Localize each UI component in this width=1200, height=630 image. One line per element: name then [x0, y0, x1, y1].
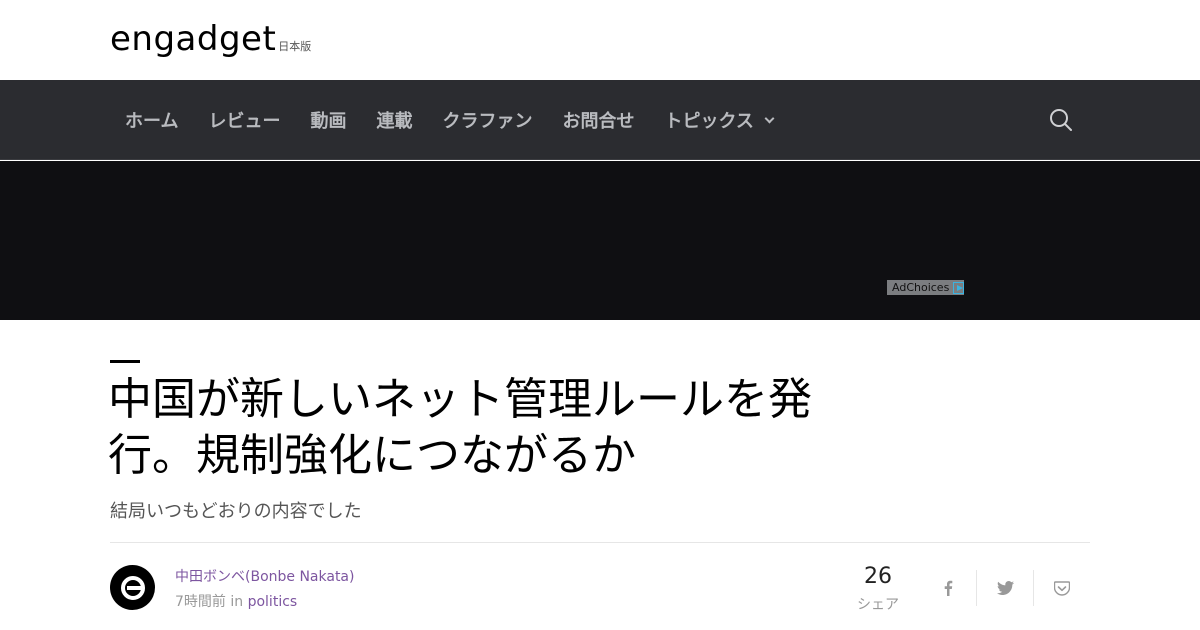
ad-banner[interactable] [0, 161, 1200, 320]
article-subtitle: 結局いつもどおりの内容でした [110, 501, 362, 522]
article-title-line2: 行。規制強化につながるか [108, 430, 636, 481]
article-title-line1: 中国が新しいネット管理ルールを発 [108, 374, 812, 425]
top-header: engadget 日本版 [0, 0, 1200, 80]
nav-label: お問合せ [562, 111, 635, 132]
nav-label: レビュー [208, 111, 281, 132]
adchoices-label: AdChoices [892, 281, 950, 294]
adchoices-icon [953, 281, 964, 294]
engadget-logo[interactable]: engadget 日本版 [110, 22, 311, 56]
nav-label: 動画 [310, 111, 347, 132]
author-name-link[interactable]: 中田ボンベ(Bonbe Nakata) [175, 566, 354, 586]
divider [110, 542, 1090, 543]
share-label: シェア [857, 597, 899, 613]
category-link[interactable]: politics [248, 594, 298, 610]
facebook-icon [944, 580, 953, 596]
nav-list: ホーム レビュー 動画 連載 クラファン お問合せ トピックス [125, 80, 803, 160]
twitter-icon [996, 581, 1014, 595]
nav-label: ホーム [125, 111, 179, 132]
nav-label: 連載 [376, 111, 413, 132]
article-meta: 7時間前 in politics [175, 591, 297, 611]
search-icon[interactable] [1048, 107, 1074, 133]
adchoices-badge[interactable]: AdChoices [887, 280, 964, 295]
nav-item-home[interactable]: ホーム [125, 107, 178, 133]
publish-time: 7時間前 [175, 594, 226, 610]
pocket-icon [1054, 580, 1070, 596]
nav-label: クラファン [442, 111, 533, 132]
nav-item-crowdfunding[interactable]: クラファン [442, 107, 532, 133]
share-count: 26 [864, 564, 892, 589]
facebook-share-button[interactable] [920, 570, 976, 606]
nav-item-topics[interactable]: トピックス [664, 107, 775, 133]
twitter-share-button[interactable] [977, 570, 1033, 606]
logo-edition: 日本版 [278, 40, 312, 53]
nav-item-videos[interactable]: 動画 [310, 107, 346, 133]
logo-wordmark: engadget [110, 19, 277, 59]
article-title: 中国が新しいネット管理ルールを発 行。規制強化につながるか [108, 372, 908, 484]
nav-item-reviews[interactable]: レビュー [208, 107, 280, 133]
author-avatar[interactable] [110, 565, 155, 610]
nav-item-series[interactable]: 連載 [376, 107, 412, 133]
nav-label: トピックス [664, 111, 754, 132]
title-accent-line [110, 360, 140, 363]
meta-in: in [230, 594, 244, 610]
main-nav: ホーム レビュー 動画 連載 クラファン お問合せ トピックス [0, 80, 1200, 160]
chevron-down-icon [764, 113, 775, 123]
pocket-share-button[interactable] [1034, 570, 1090, 606]
nav-item-contact[interactable]: お問合せ [562, 107, 634, 133]
engadget-e-icon [120, 575, 145, 600]
